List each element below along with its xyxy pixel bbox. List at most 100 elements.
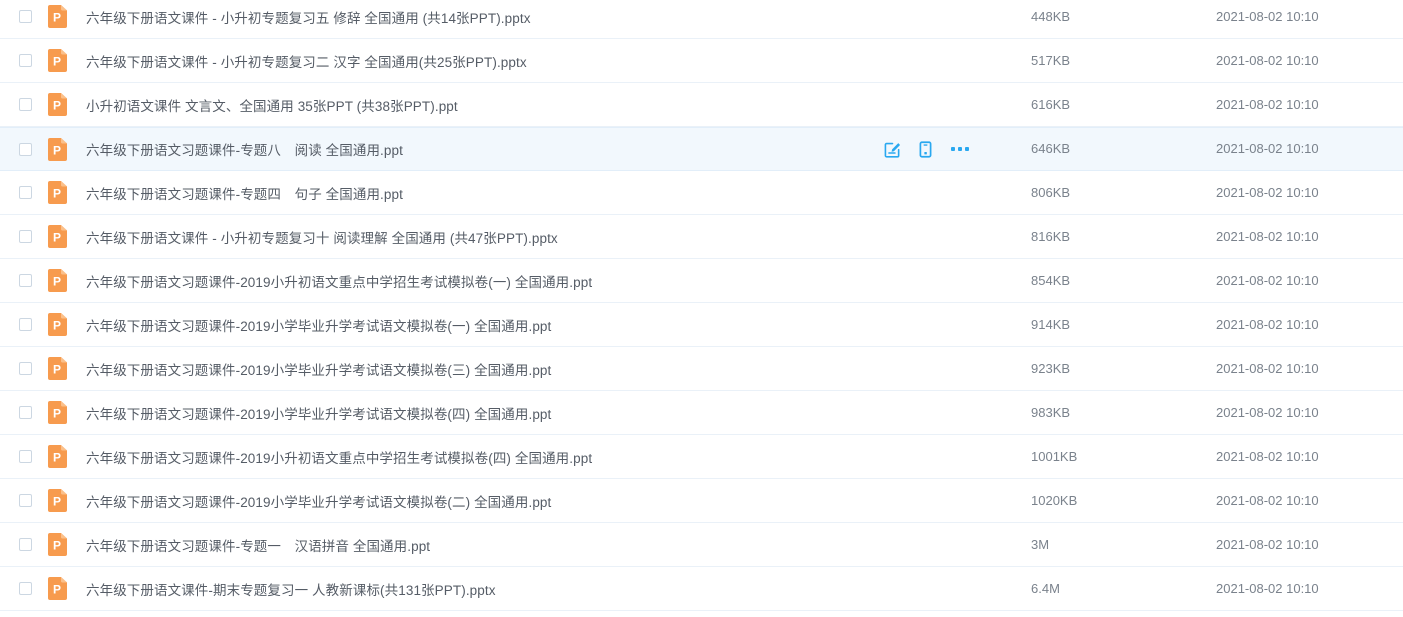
checkbox-icon[interactable] bbox=[19, 230, 32, 243]
table-row[interactable]: P 六年级下册语文习题课件-2019小学毕业升学考试语文模拟卷(四) 全国通用.… bbox=[0, 391, 1403, 435]
row-name-cell: 小升初语文课件 文言文、全国通用 35张PPT (共38张PPT).ppt bbox=[78, 95, 883, 115]
table-row[interactable]: P 六年级下册语文课件-期末专题复习一 人教新课标(共131张PPT).pptx bbox=[0, 567, 1403, 611]
table-row[interactable]: P 六年级下册语文习题课件-2019小学毕业升学考试语文模拟卷(一) 全国通用.… bbox=[0, 303, 1403, 347]
row-size-cell: 448KB bbox=[1013, 8, 1203, 26]
row-filetype-cell: P bbox=[48, 5, 78, 28]
row-size-cell: 517KB bbox=[1013, 52, 1203, 70]
row-checkbox-cell bbox=[0, 582, 48, 595]
row-filetype-cell: P bbox=[48, 49, 78, 72]
row-name-cell: 六年级下册语文习题课件-专题八 阅读 全国通用.ppt bbox=[78, 139, 883, 159]
file-name-link[interactable]: 六年级下册语文习题课件-2019小学毕业升学考试语文模拟卷(四) 全国通用.pp… bbox=[86, 403, 871, 423]
row-name-cell: 六年级下册语文习题课件-2019小学毕业升学考试语文模拟卷(四) 全国通用.pp… bbox=[78, 403, 883, 423]
powerpoint-file-icon: P bbox=[48, 138, 67, 161]
row-size-cell: 923KB bbox=[1013, 360, 1203, 378]
powerpoint-file-icon: P bbox=[48, 401, 67, 424]
table-row[interactable]: P 六年级下册语文习题课件-专题八 阅读 全国通用.ppt bbox=[0, 127, 1403, 171]
table-row[interactable]: P 六年级下册语文习题课件-2019小升初语文重点中学招生考试模拟卷(一) 全国… bbox=[0, 259, 1403, 303]
checkbox-icon[interactable] bbox=[19, 538, 32, 551]
row-actions bbox=[883, 140, 1013, 158]
checkbox-icon[interactable] bbox=[19, 450, 32, 463]
row-size-cell: 983KB bbox=[1013, 404, 1203, 422]
row-size-cell: 6.4M bbox=[1013, 580, 1203, 598]
row-name-cell: 六年级下册语文习题课件-2019小学毕业升学考试语文模拟卷(三) 全国通用.pp… bbox=[78, 359, 883, 379]
table-row[interactable]: P 六年级下册语文习题课件-2019小升初语文重点中学招生考试模拟卷(四) 全国… bbox=[0, 435, 1403, 479]
file-name-link[interactable]: 小升初语文课件 文言文、全国通用 35张PPT (共38张PPT).ppt bbox=[86, 95, 871, 115]
file-date: 2021-08-02 10:10 bbox=[1216, 273, 1319, 288]
checkbox-icon[interactable] bbox=[19, 10, 32, 23]
file-name-link[interactable]: 六年级下册语文课件 - 小升初专题复习十 阅读理解 全国通用 (共47张PPT)… bbox=[86, 227, 871, 247]
row-date-cell: 2021-08-02 10:10 bbox=[1203, 140, 1403, 158]
row-checkbox-cell bbox=[0, 406, 48, 419]
file-size: 806KB bbox=[1031, 185, 1070, 200]
file-size: 854KB bbox=[1031, 273, 1070, 288]
row-checkbox-cell bbox=[0, 494, 48, 507]
file-size: 6.4M bbox=[1031, 581, 1060, 596]
svg-text:P: P bbox=[53, 539, 61, 553]
svg-text:P: P bbox=[53, 319, 61, 333]
row-date-cell: 2021-08-02 10:10 bbox=[1203, 96, 1403, 114]
table-row[interactable]: P 六年级下册语文习题课件-专题四 句子 全国通用.ppt bbox=[0, 171, 1403, 215]
file-name-link[interactable]: 六年级下册语文习题课件-2019小升初语文重点中学招生考试模拟卷(四) 全国通用… bbox=[86, 447, 871, 467]
checkbox-icon[interactable] bbox=[19, 274, 32, 287]
table-row[interactable]: P 六年级下册语文课件 - 小升初专题复习五 修辞 全国通用 (共14张PPT)… bbox=[0, 0, 1403, 39]
checkbox-icon[interactable] bbox=[19, 318, 32, 331]
mobile-device-icon[interactable] bbox=[916, 140, 934, 158]
table-row[interactable]: P 六年级下册语文课件 - 小升初专题复习二 汉字 全国通用(共25张PPT).… bbox=[0, 39, 1403, 83]
checkbox-icon[interactable] bbox=[19, 143, 32, 156]
file-name-link[interactable]: 六年级下册语文习题课件-专题八 阅读 全国通用.ppt bbox=[86, 139, 871, 159]
powerpoint-file-icon: P bbox=[48, 269, 67, 292]
powerpoint-file-icon: P bbox=[48, 93, 67, 116]
edit-document-icon[interactable] bbox=[883, 140, 901, 158]
checkbox-icon[interactable] bbox=[19, 54, 32, 67]
file-name-link[interactable]: 六年级下册语文课件 - 小升初专题复习五 修辞 全国通用 (共14张PPT).p… bbox=[86, 7, 871, 27]
row-checkbox-cell bbox=[0, 186, 48, 199]
row-name-cell: 六年级下册语文课件-期末专题复习一 人教新课标(共131张PPT).pptx bbox=[78, 579, 883, 599]
row-checkbox-cell bbox=[0, 450, 48, 463]
table-row[interactable]: P 六年级下册语文习题课件-2019小学毕业升学考试语文模拟卷(三) 全国通用.… bbox=[0, 347, 1403, 391]
svg-text:P: P bbox=[53, 407, 61, 421]
row-date-cell: 2021-08-02 10:10 bbox=[1203, 404, 1403, 422]
svg-text:P: P bbox=[53, 495, 61, 509]
row-name-cell: 六年级下册语文习题课件-专题一 汉语拼音 全国通用.ppt bbox=[78, 535, 883, 555]
row-date-cell: 2021-08-02 10:10 bbox=[1203, 272, 1403, 290]
powerpoint-file-icon: P bbox=[48, 49, 67, 72]
powerpoint-file-icon: P bbox=[48, 313, 67, 336]
powerpoint-file-icon: P bbox=[48, 577, 67, 600]
powerpoint-file-icon: P bbox=[48, 181, 67, 204]
file-name-link[interactable]: 六年级下册语文习题课件-专题一 汉语拼音 全国通用.ppt bbox=[86, 535, 871, 555]
file-name-link[interactable]: 六年级下册语文习题课件-专题四 句子 全国通用.ppt bbox=[86, 183, 871, 203]
row-filetype-cell: P bbox=[48, 225, 78, 248]
row-filetype-cell: P bbox=[48, 93, 78, 116]
svg-text:P: P bbox=[53, 99, 61, 113]
row-filetype-cell: P bbox=[48, 313, 78, 336]
table-row[interactable]: P 六年级下册语文习题课件-2019小学毕业升学考试语文模拟卷(二) 全国通用.… bbox=[0, 479, 1403, 523]
table-row[interactable]: P 小升初语文课件 文言文、全国通用 35张PPT (共38张PPT).ppt bbox=[0, 83, 1403, 127]
row-name-cell: 六年级下册语文习题课件-2019小升初语文重点中学招生考试模拟卷(一) 全国通用… bbox=[78, 271, 883, 291]
more-options-icon[interactable] bbox=[949, 140, 971, 158]
file-date: 2021-08-02 10:10 bbox=[1216, 185, 1319, 200]
row-date-cell: 2021-08-02 10:10 bbox=[1203, 448, 1403, 466]
checkbox-icon[interactable] bbox=[19, 582, 32, 595]
row-checkbox-cell bbox=[0, 274, 48, 287]
file-date: 2021-08-02 10:10 bbox=[1216, 317, 1319, 332]
checkbox-icon[interactable] bbox=[19, 494, 32, 507]
file-size: 616KB bbox=[1031, 97, 1070, 112]
file-name-link[interactable]: 六年级下册语文习题课件-2019小学毕业升学考试语文模拟卷(一) 全国通用.pp… bbox=[86, 315, 871, 335]
powerpoint-file-icon: P bbox=[48, 445, 67, 468]
file-name-link[interactable]: 六年级下册语文习题课件-2019小学毕业升学考试语文模拟卷(二) 全国通用.pp… bbox=[86, 491, 871, 511]
table-row[interactable]: P 六年级下册语文课件 - 小升初专题复习十 阅读理解 全国通用 (共47张PP… bbox=[0, 215, 1403, 259]
checkbox-icon[interactable] bbox=[19, 362, 32, 375]
file-size: 816KB bbox=[1031, 229, 1070, 244]
checkbox-icon[interactable] bbox=[19, 186, 32, 199]
row-name-cell: 六年级下册语文习题课件-2019小升初语文重点中学招生考试模拟卷(四) 全国通用… bbox=[78, 447, 883, 467]
checkbox-icon[interactable] bbox=[19, 98, 32, 111]
file-name-link[interactable]: 六年级下册语文习题课件-2019小学毕业升学考试语文模拟卷(三) 全国通用.pp… bbox=[86, 359, 871, 379]
file-size: 983KB bbox=[1031, 405, 1070, 420]
file-name-link[interactable]: 六年级下册语文课件 - 小升初专题复习二 汉字 全国通用(共25张PPT).pp… bbox=[86, 51, 871, 71]
checkbox-icon[interactable] bbox=[19, 406, 32, 419]
row-checkbox-cell bbox=[0, 98, 48, 111]
table-row[interactable]: P 六年级下册语文习题课件-专题一 汉语拼音 全国通用.ppt bbox=[0, 523, 1403, 567]
row-checkbox-cell bbox=[0, 230, 48, 243]
file-name-link[interactable]: 六年级下册语文习题课件-2019小升初语文重点中学招生考试模拟卷(一) 全国通用… bbox=[86, 271, 871, 291]
file-name-link[interactable]: 六年级下册语文课件-期末专题复习一 人教新课标(共131张PPT).pptx bbox=[86, 579, 871, 599]
